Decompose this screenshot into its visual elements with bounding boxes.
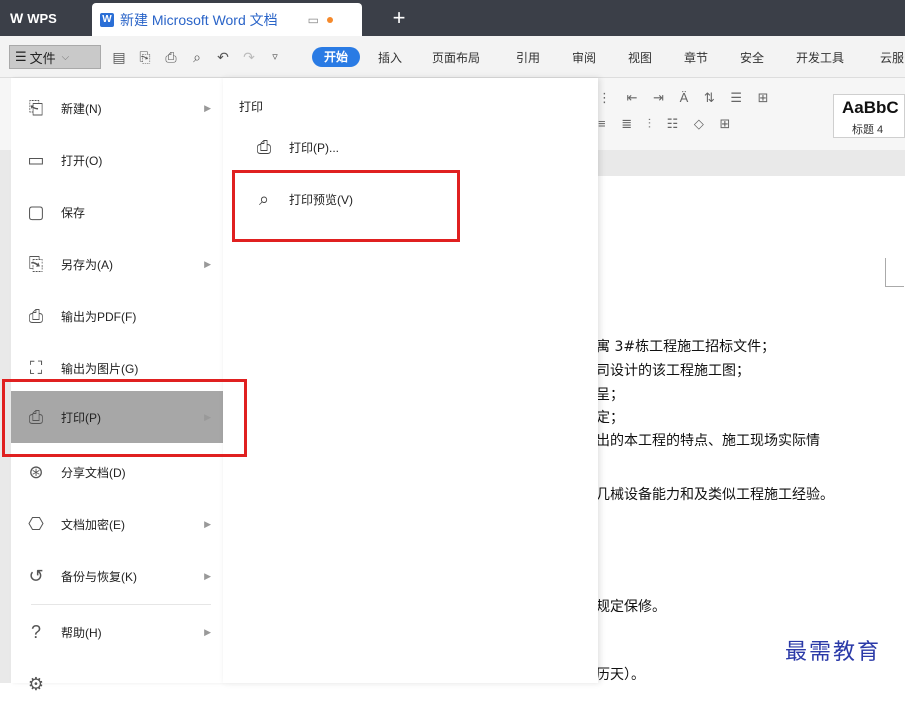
- menu-item-label: 打开(O): [61, 153, 103, 168]
- menu-item-options[interactable]: ⚙: [11, 658, 223, 710]
- menu-item-label: 帮助(H): [61, 625, 102, 640]
- unsaved-dot-icon: [327, 16, 333, 23]
- document-line: 定；: [596, 410, 624, 426]
- folder-icon: ▭: [27, 150, 45, 170]
- undo-icon[interactable]: ↶: [214, 48, 232, 66]
- submenu-item-print[interactable]: ⎙ 打印(P)...: [253, 136, 339, 158]
- chevron-right-icon: ▶: [204, 570, 211, 581]
- new-doc-icon: ⎗: [28, 98, 44, 118]
- print-submenu-header: 打印: [239, 100, 264, 114]
- print-icon[interactable]: ⎙: [162, 48, 180, 66]
- menu-item-label: 另存为(A): [61, 257, 113, 272]
- title-bar: W WPS W 新建 Microsoft Word 文档 ▭ +: [0, 0, 905, 36]
- paragraph-tools-row-2[interactable]: ≡ ≣ ⫶ ☷ ◇ ⊞: [598, 116, 736, 132]
- chevron-right-icon: ▶: [204, 258, 211, 269]
- menu-item-label: 输出为图片(G): [61, 361, 139, 376]
- menu-item-label: 分享文档(D): [61, 465, 126, 480]
- document-tab[interactable]: W 新建 Microsoft Word 文档 ▭: [92, 3, 362, 36]
- tab-references[interactable]: 引用: [516, 49, 540, 66]
- new-tab-button[interactable]: +: [386, 4, 412, 32]
- tab-cloud[interactable]: 云服: [880, 49, 904, 66]
- document-tab-title: 新建 Microsoft Word 文档: [120, 11, 278, 28]
- paragraph-tools-row-1[interactable]: ⋮ ⇤ ⇥ Ä ⇅ ☰ ⊞: [598, 90, 775, 106]
- backup-icon: ↺: [28, 566, 44, 586]
- chevron-down-icon: ⌵: [61, 51, 70, 63]
- document-line: 历天）。: [596, 667, 645, 683]
- menu-divider: [31, 604, 211, 605]
- document-line: 规定保修。: [596, 599, 666, 615]
- highlight-box-print: [2, 379, 247, 457]
- export-icon[interactable]: ⎘: [136, 48, 154, 66]
- menu-item-label: 新建(N): [61, 101, 102, 116]
- print-submenu-panel: 打印 ⎙ 打印(P)... ⌕ 打印预览(V): [223, 78, 598, 683]
- tab-review[interactable]: 审阅: [572, 49, 596, 66]
- menu-item-open[interactable]: ▭ 打开(O): [11, 134, 223, 186]
- tab-security[interactable]: 安全: [740, 49, 764, 66]
- save-icon[interactable]: ▤: [110, 48, 128, 66]
- image-export-icon: ⛶: [29, 358, 43, 378]
- menu-item-save-as[interactable]: ⎘ 另存为(A) ▶: [11, 238, 223, 290]
- printer-icon: ⎙: [256, 137, 272, 157]
- menu-item-label: 输出为PDF(F): [61, 309, 137, 324]
- quick-toolbar: ☰ 文件 ⌵ ▤ ⎘ ⎙ ⌕ ↶ ↷ ▿ 开始 插入 页面布局 引用 审阅 视图…: [0, 36, 905, 78]
- hamburger-icon: ☰: [15, 49, 27, 64]
- tab-view[interactable]: 视图: [628, 49, 652, 66]
- file-menu-button[interactable]: ☰ 文件 ⌵: [9, 45, 101, 69]
- submenu-item-label: 打印(P)...: [289, 140, 339, 155]
- monitor-icon[interactable]: ▭: [308, 13, 319, 27]
- document-line: 司设计的该工程施工图；: [596, 363, 750, 379]
- wps-home-tab[interactable]: W WPS: [0, 0, 88, 36]
- redo-icon[interactable]: ↷: [240, 48, 258, 66]
- tab-section[interactable]: 章节: [684, 49, 708, 66]
- watermark: 最需教育: [785, 640, 882, 665]
- menu-item-label: 文档加密(E): [61, 517, 125, 532]
- menu-item-help[interactable]: ? 帮助(H) ▶: [11, 606, 223, 658]
- wps-logo-icon: W: [10, 10, 24, 26]
- menu-item-encrypt[interactable]: ⎔ 文档加密(E) ▶: [11, 498, 223, 550]
- chevron-right-icon: ▶: [204, 518, 211, 529]
- menu-item-new[interactable]: ⎗ 新建(N) ▶: [11, 82, 223, 134]
- help-icon: ?: [30, 622, 41, 642]
- document-line: 呈；: [596, 387, 624, 403]
- tab-start[interactable]: 开始: [312, 47, 360, 67]
- chevron-right-icon: ▶: [204, 102, 211, 113]
- word-doc-icon: W: [100, 12, 114, 27]
- highlight-box-print-preview: [232, 170, 460, 242]
- page-corner-mark: [885, 258, 904, 287]
- menu-item-label: 保存: [61, 205, 86, 220]
- chevron-right-icon: ▶: [204, 626, 211, 637]
- style-gallery-item[interactable]: AaBbC 标题 4: [833, 94, 905, 138]
- menu-item-backup[interactable]: ↺ 备份与恢复(K) ▶: [11, 550, 223, 602]
- document-line: 寓 3#栋工程施工招标文件；: [596, 339, 776, 355]
- save-icon: ▢: [27, 202, 45, 222]
- tab-page-layout[interactable]: 页面布局: [432, 49, 480, 66]
- menu-item-save[interactable]: ▢ 保存: [11, 186, 223, 238]
- style-name: 标题 4: [852, 124, 884, 136]
- file-menu-label: 文件: [29, 50, 56, 66]
- document-line: 出的本工程的特点、施工现场实际情: [596, 433, 820, 449]
- menu-item-export-pdf[interactable]: ⎙ 输出为PDF(F): [11, 290, 223, 342]
- options-icon: ⚙: [27, 674, 45, 694]
- customize-toolbar-icon[interactable]: ▿: [266, 48, 284, 66]
- print-preview-icon[interactable]: ⌕: [188, 48, 206, 66]
- encrypt-icon: ⎔: [28, 514, 44, 534]
- share-icon: ⊛: [28, 462, 44, 482]
- menu-item-label: 备份与恢复(K): [61, 569, 137, 584]
- document-line: 几械设备能力和及类似工程施工经验。: [596, 487, 834, 503]
- pdf-icon: ⎙: [28, 306, 44, 326]
- style-preview-text: AaBbC: [842, 98, 899, 117]
- tab-insert[interactable]: 插入: [378, 49, 402, 66]
- wps-tab-label: WPS: [27, 10, 57, 26]
- save-as-icon: ⎘: [28, 254, 44, 274]
- tab-developer[interactable]: 开发工具: [796, 49, 844, 66]
